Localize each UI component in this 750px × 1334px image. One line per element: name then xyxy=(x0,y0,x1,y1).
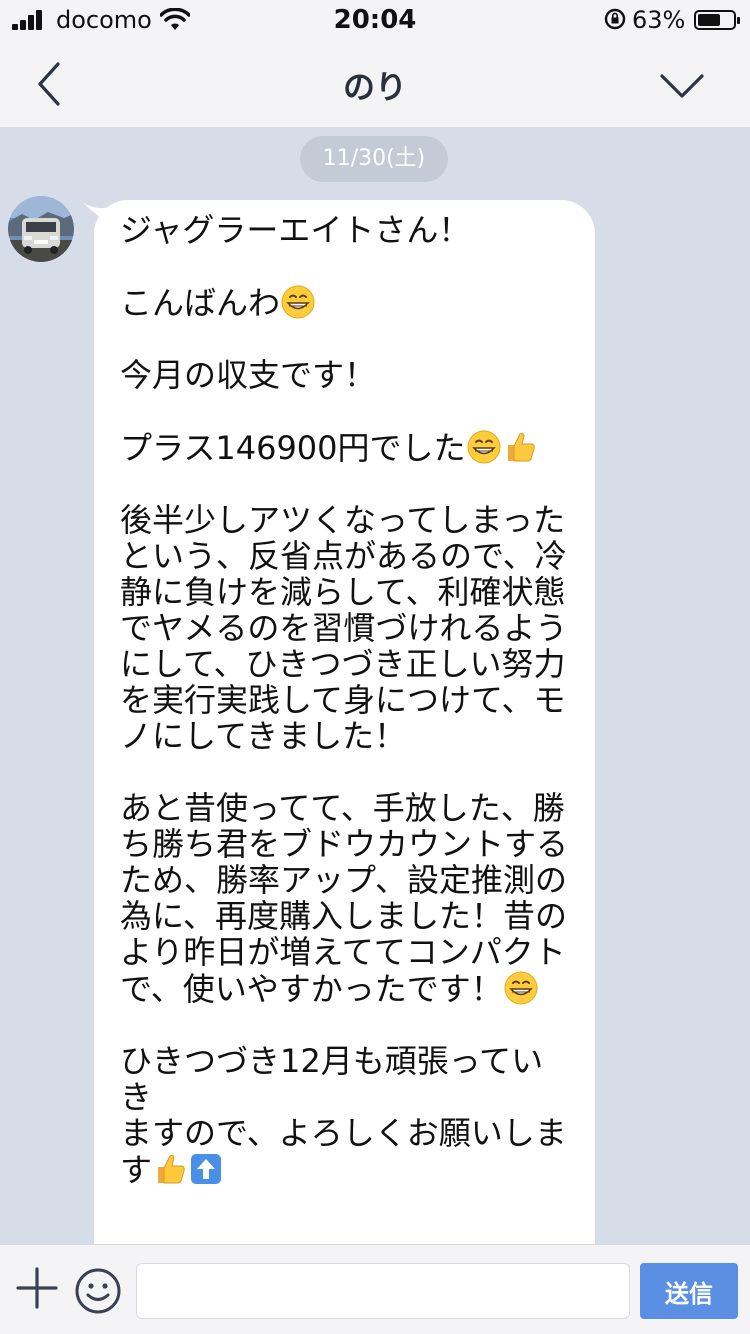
status-bar: docomo 20:04 63% xyxy=(0,0,750,40)
message-line: 静に負けを減らして、利確状態 xyxy=(120,573,566,611)
message-line: を実行実践して身につけて、モ xyxy=(120,681,566,719)
plus-icon[interactable] xyxy=(16,1267,58,1309)
battery-icon xyxy=(694,10,740,30)
thumbs-up-emoji-icon xyxy=(507,432,535,462)
message-line: ひきつづき12月も頑張っていき xyxy=(120,1042,544,1116)
message-line: ジャグラーエイトさん！ xyxy=(120,211,471,249)
message-line: 後半少しアツくなってしまった xyxy=(120,501,566,539)
message-line: 為に、再度購入しました！昔の xyxy=(120,897,568,935)
message-line: ノにしてきました！ xyxy=(120,717,407,755)
message-text: ジャグラーエイトさん！ こんばんわ 今月の収支です！ プラス146900円でした… xyxy=(120,212,570,1188)
message-line: ため、勝率アップ、設定推測の xyxy=(120,861,568,899)
message-line: でヤメるのを習慣づけれるよう xyxy=(120,609,568,647)
message-line: で、使いやすかったです！ xyxy=(120,970,503,1008)
message-line: より昨日が増えててコンパクト xyxy=(120,933,566,971)
grinning-face-emoji-icon xyxy=(467,430,501,464)
battery-percent: 63% xyxy=(632,6,686,34)
date-separator: 11/30(土) xyxy=(300,136,448,182)
rotation-lock-icon xyxy=(604,8,626,30)
up-arrow-emoji-icon xyxy=(191,1154,222,1184)
message-input-bar: 送信 xyxy=(0,1244,750,1334)
message-line: こんばんわ xyxy=(120,284,281,322)
message-input[interactable] xyxy=(136,1263,630,1319)
chevron-down-icon[interactable] xyxy=(658,70,706,102)
avatar[interactable] xyxy=(8,196,74,262)
thumbs-up-emoji-icon xyxy=(158,1154,185,1184)
chat-header: のり xyxy=(0,40,750,128)
emoji-icon[interactable] xyxy=(74,1267,122,1315)
message-line: す xyxy=(120,1151,153,1189)
message-line: プラス146900円でした xyxy=(120,429,466,467)
grinning-face-emoji-icon xyxy=(281,285,315,319)
message-line: ますので、よろしくお願いしま xyxy=(120,1114,567,1152)
send-button[interactable]: 送信 xyxy=(640,1263,738,1319)
grinning-face-emoji-icon xyxy=(504,971,538,1005)
message-line: あと昔使ってて、手放した、勝 xyxy=(120,789,565,827)
chat-title: のり xyxy=(342,68,407,106)
message-line: にして、ひきつづき正しい努力 xyxy=(120,645,566,683)
message-line: ち勝ち君をブドウカウントする xyxy=(120,825,569,863)
message-line: という、反省点があるので、冷 xyxy=(120,537,567,575)
message-line: 今月の収支です！ xyxy=(120,356,377,394)
